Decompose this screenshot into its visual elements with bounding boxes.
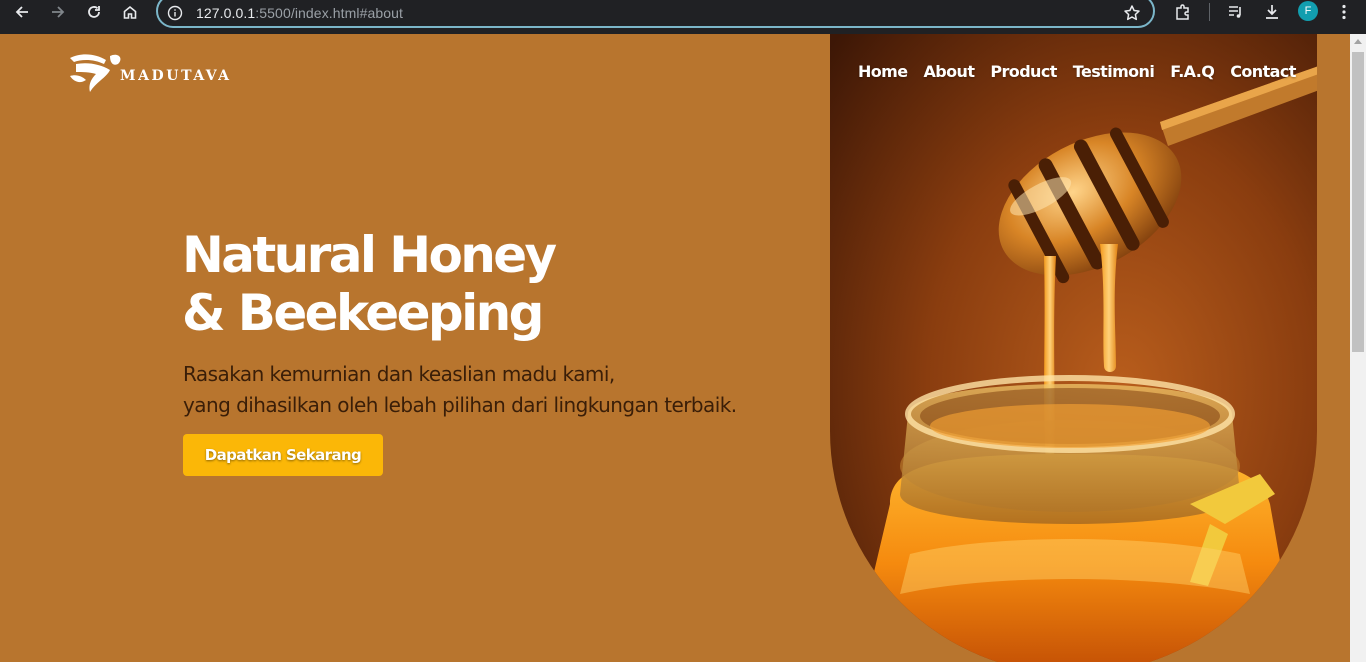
scroll-up-arrow-icon[interactable]	[1354, 39, 1362, 44]
url-host: 127.0.0.1	[196, 5, 256, 21]
bookmark-star-icon[interactable]	[1123, 4, 1141, 22]
bee-logo-icon	[70, 54, 121, 92]
scrollbar-thumb[interactable]	[1352, 52, 1364, 352]
address-bar[interactable]: 127.0.0.1:5500/index.html#about	[156, 0, 1155, 28]
brand-name: MADUTAVA	[120, 68, 232, 84]
browser-toolbar: 127.0.0.1:5500/index.html#about F	[0, 0, 1366, 34]
landing-page: MADUTAVA Home About Product Testimoni F.…	[0, 34, 1350, 662]
get-now-button[interactable]: Dapatkan Sekarang	[183, 434, 383, 476]
toolbar-separator	[1209, 3, 1210, 21]
main-nav: Home About Product Testimoni F.A.Q Conta…	[858, 62, 1296, 81]
nav-item-about[interactable]: About	[924, 62, 975, 81]
back-arrow-icon[interactable]	[7, 0, 37, 24]
hero-title-line-2: & Beekeeping	[182, 284, 544, 342]
hero-title: Natural Honey & Beekeeping	[182, 226, 557, 342]
nav-item-faq[interactable]: F.A.Q	[1170, 62, 1215, 81]
honey-dipper-jar-image	[830, 34, 1317, 662]
nav-item-product[interactable]: Product	[990, 62, 1057, 81]
nav-item-contact[interactable]: Contact	[1230, 62, 1296, 81]
home-icon[interactable]	[115, 0, 145, 24]
url-path: :5500/index.html#about	[255, 5, 404, 21]
brand-logo[interactable]: MADUTAVA	[66, 50, 232, 98]
nav-item-testimoni[interactable]: Testimoni	[1073, 62, 1155, 81]
forward-arrow-icon[interactable]	[43, 0, 73, 24]
hero-title-line-1: Natural Honey	[182, 226, 557, 284]
reload-icon[interactable]	[79, 0, 109, 24]
profile-avatar[interactable]: F	[1298, 1, 1318, 21]
extensions-icon[interactable]	[1172, 2, 1194, 22]
hero-subtitle-line-1: Rasakan kemurnian dan keaslian madu kami…	[183, 362, 615, 386]
download-icon[interactable]	[1261, 2, 1283, 22]
media-queue-icon[interactable]	[1225, 2, 1247, 22]
kebab-menu-icon[interactable]	[1333, 2, 1355, 22]
site-info-icon[interactable]	[167, 5, 183, 21]
nav-item-home[interactable]: Home	[858, 62, 908, 81]
url-text[interactable]: 127.0.0.1:5500/index.html#about	[196, 5, 403, 21]
hero-subtitle: Rasakan kemurnian dan keaslian madu kami…	[183, 359, 737, 421]
hero-subtitle-line-2: yang dihasilkan oleh lebah pilihan dari …	[183, 393, 737, 417]
page-scrollbar[interactable]	[1350, 34, 1366, 662]
